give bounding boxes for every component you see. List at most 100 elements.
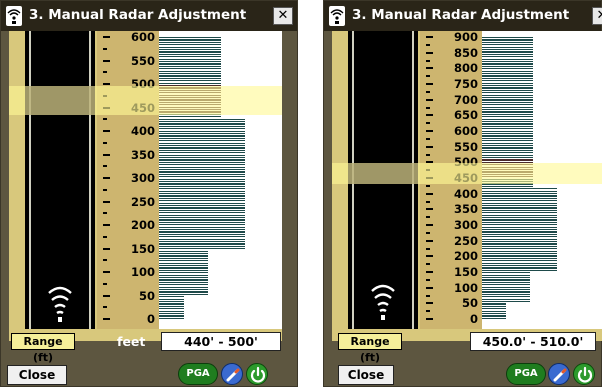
radar-app-icon — [6, 6, 22, 26]
signal-bar — [159, 291, 209, 293]
signal-bar — [159, 152, 246, 154]
signal-bar — [482, 190, 558, 192]
signal-bar — [159, 260, 209, 262]
signal-bar — [482, 111, 533, 113]
signal-bar — [159, 265, 209, 267]
signal-bar — [482, 137, 533, 140]
title-bar: 3. Manual Radar Adjustment ✕ — [1, 1, 297, 31]
signal-bar — [159, 176, 246, 178]
signal-bar — [482, 80, 533, 82]
signal-bar — [482, 229, 558, 231]
signal-bar — [159, 293, 209, 296]
signal-bar — [482, 121, 533, 123]
tick-mark — [426, 208, 433, 211]
signal-bar — [482, 46, 533, 48]
tick-mark — [426, 114, 433, 117]
signal-bar — [159, 166, 246, 168]
signal-bar — [482, 241, 558, 243]
signal-bar — [482, 77, 533, 80]
signal-bar — [159, 197, 246, 200]
signal-bar — [482, 157, 533, 159]
tick-label: 900 — [453, 30, 478, 44]
tick-label: 0 — [146, 312, 155, 326]
signal-bar — [159, 75, 221, 77]
close-window-icon[interactable]: ✕ — [273, 7, 293, 25]
tick-label: 650 — [453, 108, 478, 123]
close-window-icon[interactable]: ✕ — [592, 7, 602, 25]
signal-bar — [159, 262, 209, 264]
tick-label: 400 — [130, 124, 155, 138]
signal-bar — [482, 125, 533, 128]
signal-bar — [159, 195, 246, 197]
range-readout: 450.0' - 510.0' — [470, 332, 596, 351]
tick-label: 100 — [453, 280, 478, 295]
signal-bar — [159, 272, 209, 274]
tick-label: 750 — [453, 77, 478, 91]
signal-bar — [482, 293, 531, 296]
tick-label: 200 — [453, 249, 478, 264]
signal-bar — [159, 125, 246, 128]
edit-pencil-icon[interactable] — [548, 363, 570, 385]
signal-bar — [482, 101, 533, 104]
signal-bar — [159, 161, 246, 164]
signal-bar — [482, 236, 558, 238]
radar-window-left: 3. Manual Radar Adjustment ✕ 60055050045… — [0, 0, 298, 387]
signal-bar — [159, 279, 209, 281]
power-icon[interactable] — [573, 363, 595, 385]
signal-bar — [159, 267, 209, 269]
tick-label: 800 — [453, 61, 478, 76]
tick-mark — [426, 239, 433, 242]
signal-bar — [482, 63, 533, 65]
window-title: 3. Manual Radar Adjustment — [352, 7, 570, 23]
signal-bar — [482, 58, 533, 60]
title-bar: 3. Manual Radar Adjustment ✕ — [324, 1, 602, 31]
tick-mark — [103, 318, 110, 320]
close-button[interactable]: Close — [338, 365, 394, 385]
signal-bar — [482, 205, 558, 207]
tick-mark-minor — [426, 106, 430, 109]
tick-label: 50 — [461, 296, 478, 311]
signal-bar — [159, 212, 246, 214]
signal-bar — [482, 94, 533, 96]
signal-bar — [482, 200, 558, 202]
signal-bar — [482, 49, 533, 51]
pga-button[interactable]: PGA — [178, 363, 218, 385]
signal-bar — [482, 291, 531, 293]
signal-bar — [159, 53, 221, 56]
signal-bar — [159, 209, 246, 212]
tick-label: 150 — [130, 241, 155, 256]
pga-button[interactable]: PGA — [506, 363, 546, 385]
range-ft-button[interactable]: Range (ft) — [11, 333, 75, 364]
signal-bar — [482, 248, 558, 250]
tick-mark — [426, 224, 433, 226]
edit-pencil-icon[interactable] — [221, 363, 243, 385]
close-button[interactable]: Close — [7, 365, 67, 385]
signal-bar — [159, 202, 246, 204]
signal-bar — [482, 185, 533, 188]
tick-mark-minor — [426, 310, 430, 313]
signal-bar — [482, 209, 558, 212]
signal-bar — [159, 46, 221, 48]
signal-bar — [159, 301, 184, 303]
signal-bar — [482, 118, 533, 120]
signal-bar — [159, 313, 184, 315]
tick-mark-minor — [426, 294, 430, 297]
signal-bar — [159, 82, 221, 84]
signal-bar — [159, 205, 246, 207]
signal-bar — [482, 145, 533, 147]
tick-mark-minor — [426, 43, 430, 46]
tick-mark — [103, 36, 110, 38]
tick-mark — [103, 200, 110, 203]
power-icon[interactable] — [246, 363, 268, 385]
tick-mark-minor — [426, 59, 430, 62]
signal-bar — [482, 147, 533, 149]
range-ft-button[interactable]: Range (ft) — [338, 333, 402, 364]
signal-bar — [482, 68, 533, 70]
signal-bar — [482, 149, 533, 152]
signal-bar — [482, 224, 558, 226]
signal-bar — [482, 253, 558, 255]
signal-bar — [159, 200, 246, 202]
radar-guide-right — [89, 31, 91, 329]
signal-bar — [482, 233, 558, 236]
tick-label: 600 — [453, 124, 478, 138]
